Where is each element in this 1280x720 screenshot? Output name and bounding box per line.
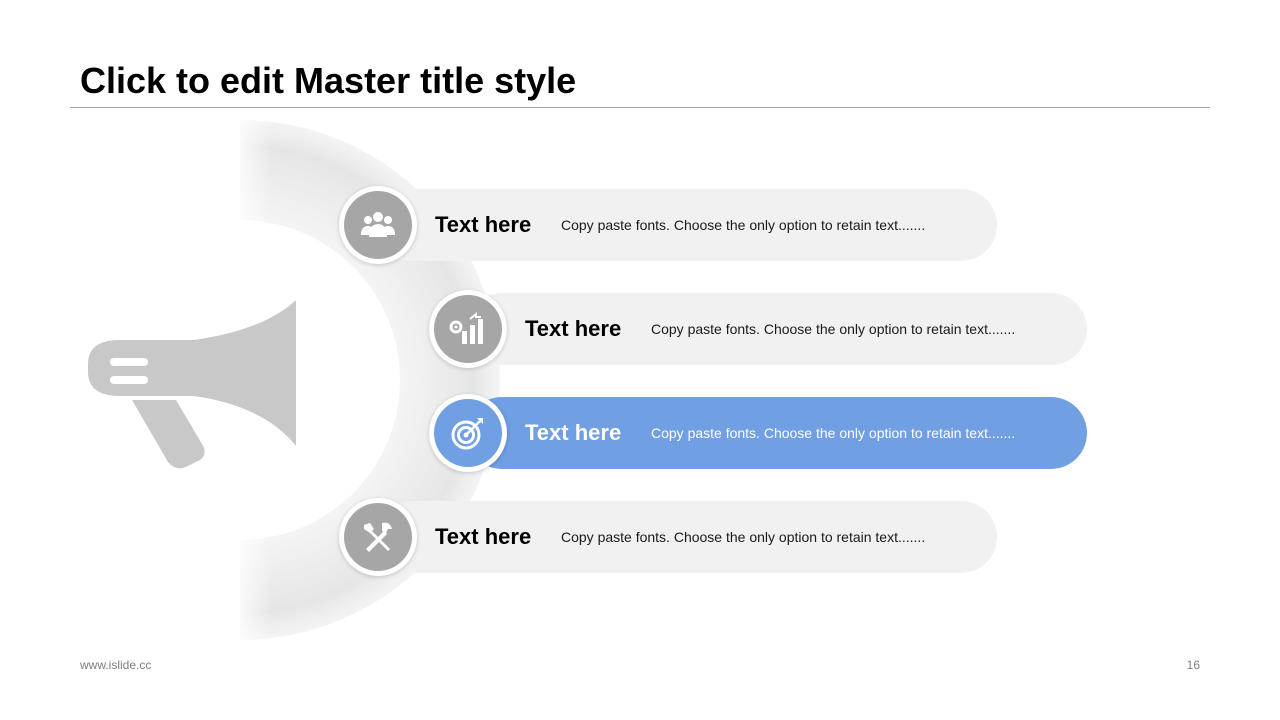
row-icon-ring bbox=[339, 498, 417, 576]
row-description: Copy paste fonts. Choose the only option… bbox=[561, 529, 926, 545]
row-description: Copy paste fonts. Choose the only option… bbox=[651, 425, 1016, 441]
team-icon bbox=[344, 191, 412, 259]
footer-website: www.islide.cc bbox=[80, 658, 152, 672]
target-icon bbox=[434, 399, 502, 467]
row-icon-ring bbox=[429, 290, 507, 368]
row-icon-ring bbox=[339, 186, 417, 264]
row-title: Text here bbox=[435, 212, 532, 237]
list-item[interactable]: Text here Copy paste fonts. Choose the o… bbox=[376, 501, 997, 573]
row-description: Copy paste fonts. Choose the only option… bbox=[651, 321, 1016, 337]
list-item[interactable]: Text here Copy paste fonts. Choose the o… bbox=[376, 189, 997, 261]
tools-icon bbox=[344, 503, 412, 571]
megaphone-icon bbox=[88, 300, 296, 469]
row-icon-ring bbox=[429, 394, 507, 472]
growth-chart-gear-icon bbox=[434, 295, 502, 363]
list-item[interactable]: Text here Copy paste fonts. Choose the o… bbox=[466, 293, 1087, 365]
row-description: Copy paste fonts. Choose the only option… bbox=[561, 217, 926, 233]
page-number: 16 bbox=[1186, 658, 1200, 672]
row-title: Text here bbox=[435, 524, 532, 549]
list-item[interactable]: Text here Copy paste fonts. Choose the o… bbox=[466, 397, 1087, 469]
slide: Click to edit Master title style Text he… bbox=[0, 0, 1280, 720]
row-title: Text here bbox=[525, 316, 622, 341]
row-title: Text here bbox=[525, 420, 622, 445]
